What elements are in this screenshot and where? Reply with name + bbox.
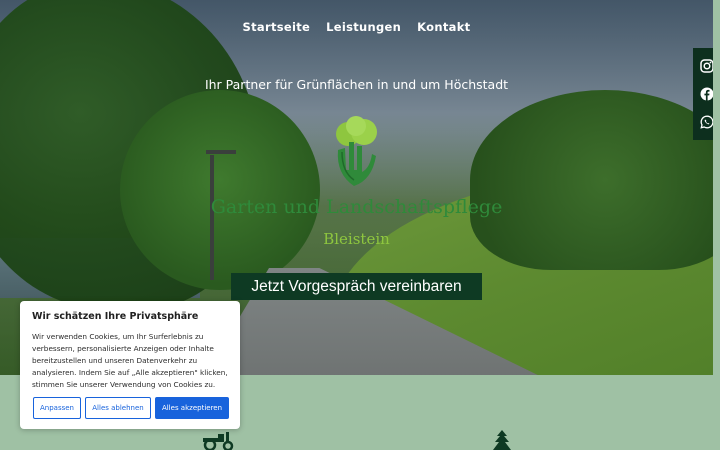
cookie-reject-button[interactable]: Alles ablehnen — [85, 397, 151, 419]
hero-bg-lamp-head — [206, 150, 236, 154]
hero-bg-tree-middle — [120, 90, 320, 290]
nav-item-kontakt[interactable]: Kontakt — [417, 20, 470, 34]
nav-item-leistungen[interactable]: Leistungen — [326, 20, 401, 34]
nav-item-startseite[interactable]: Startseite — [243, 20, 311, 34]
lawn-mower-icon — [203, 432, 234, 450]
main-nav: Startseite Leistungen Kontakt — [0, 20, 713, 34]
brand-name: Garten und Landschaftspflege — [210, 196, 503, 218]
page-scrollbar[interactable] — [713, 0, 720, 450]
hero-tagline: Ihr Partner für Grünflächen in und um Hö… — [204, 77, 509, 92]
cta-appointment-button[interactable]: Jetzt Vorgespräch vereinbaren — [231, 273, 482, 300]
brand-logo-icon — [336, 116, 377, 186]
cookie-accept-button[interactable]: Alles akzeptieren — [155, 397, 229, 419]
tree-icon — [493, 430, 511, 450]
cookie-consent-banner: Wir schätzen Ihre Privatsphäre Wir verwe… — [20, 301, 240, 429]
brand-subname: Bleistein — [323, 230, 390, 248]
cookie-text: Wir verwenden Cookies, um Ihr Surferlebn… — [32, 332, 228, 389]
cookie-button-group: Anpassen Alles ablehnen Alles akzeptiere… — [33, 397, 229, 419]
cookie-title: Wir schätzen Ihre Privatsphäre — [32, 311, 199, 322]
cookie-customize-button[interactable]: Anpassen — [33, 397, 81, 419]
